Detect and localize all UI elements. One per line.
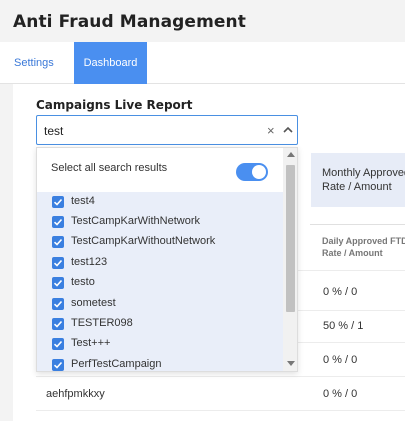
table-cell-value: 0 % / 0 bbox=[323, 354, 358, 366]
campaign-option-label: TESTER098 bbox=[71, 316, 133, 329]
select-all-row[interactable]: Select all search results bbox=[37, 148, 283, 192]
campaign-option-label: sometest bbox=[71, 296, 116, 309]
column-header-daily-approved: Daily Approved FTD Rate / Amount bbox=[322, 235, 405, 259]
campaign-option-label: testo bbox=[71, 276, 95, 289]
campaign-search-box[interactable]: × bbox=[36, 115, 298, 145]
campaign-option-label: TestCampKarWithoutNetwork bbox=[71, 235, 216, 248]
table-cell-value: 50 % / 1 bbox=[323, 320, 364, 332]
scroll-down-arrow-icon[interactable] bbox=[287, 361, 295, 366]
checkbox-checked-icon[interactable] bbox=[52, 256, 64, 269]
campaign-option[interactable]: TestCampKarWithoutNetwork bbox=[37, 232, 283, 252]
checkbox-checked-icon[interactable] bbox=[52, 195, 64, 208]
tab-bar: Settings Dashboard bbox=[0, 42, 405, 84]
campaign-option[interactable]: TestCampKarWithNetwork bbox=[37, 212, 283, 232]
checkbox-checked-icon[interactable] bbox=[52, 277, 64, 290]
campaign-option[interactable]: sometest bbox=[37, 294, 283, 314]
checkbox-checked-icon[interactable] bbox=[52, 317, 64, 330]
campaign-option[interactable]: Test+++ bbox=[37, 334, 283, 354]
monthly-approved-card: Monthly Approved Rate / Amount bbox=[311, 153, 405, 207]
select-all-label: Select all search results bbox=[51, 162, 168, 174]
toggle-knob bbox=[252, 165, 266, 179]
checkbox-checked-icon[interactable] bbox=[52, 236, 64, 249]
campaign-option-label: test4 bbox=[71, 194, 95, 207]
tab-settings[interactable]: Settings bbox=[14, 42, 72, 84]
select-all-toggle[interactable] bbox=[236, 163, 268, 181]
table-cell-value: 0 % / 0 bbox=[323, 286, 358, 298]
scroll-up-arrow-icon[interactable] bbox=[287, 152, 295, 157]
campaign-option[interactable]: PerfTestCampaign bbox=[37, 355, 283, 371]
checkbox-checked-icon[interactable] bbox=[52, 338, 64, 351]
campaign-option[interactable]: test123 bbox=[37, 253, 283, 273]
campaign-option[interactable]: TESTER098 bbox=[37, 314, 283, 334]
checkbox-checked-icon[interactable] bbox=[52, 215, 64, 228]
campaign-option-label: Test+++ bbox=[71, 337, 111, 350]
row-divider bbox=[36, 410, 405, 411]
row-divider bbox=[36, 376, 405, 377]
tab-dashboard[interactable]: Dashboard bbox=[74, 42, 147, 84]
card-title: Monthly Approved bbox=[322, 167, 405, 179]
page-title: Anti Fraud Management bbox=[13, 12, 246, 32]
campaign-option-label: PerfTestCampaign bbox=[71, 357, 162, 370]
table-cell-value: 0 % / 0 bbox=[323, 388, 358, 400]
campaign-option-label: TestCampKarWithNetwork bbox=[71, 214, 200, 227]
dropdown-scrollbar[interactable] bbox=[283, 148, 297, 371]
campaign-option[interactable]: test4 bbox=[37, 192, 283, 212]
column-divider bbox=[310, 224, 405, 225]
campaign-option-list: test4 TestCampKarWithNetwork TestCampKarWi… bbox=[37, 192, 283, 371]
report-title: Campaigns Live Report bbox=[36, 98, 193, 112]
campaign-dropdown[interactable]: Select all search results test4 TestCampK… bbox=[36, 147, 298, 372]
campaign-option-label: test123 bbox=[71, 255, 108, 268]
table-row-campaign-name[interactable]: aehfpmkkxy bbox=[46, 388, 105, 400]
column-header-line2: Rate / Amount bbox=[322, 248, 383, 258]
chevron-up-icon[interactable] bbox=[282, 124, 294, 136]
clear-icon[interactable]: × bbox=[267, 123, 275, 139]
card-subtitle: Rate / Amount bbox=[322, 181, 392, 193]
checkbox-checked-icon[interactable] bbox=[52, 297, 64, 310]
column-header-line1: Daily Approved FTD bbox=[322, 236, 405, 246]
campaign-option[interactable]: testo bbox=[37, 273, 283, 293]
scrollbar-thumb[interactable] bbox=[286, 165, 295, 312]
checkbox-checked-icon[interactable] bbox=[52, 358, 64, 371]
campaign-search-input[interactable] bbox=[44, 122, 254, 140]
